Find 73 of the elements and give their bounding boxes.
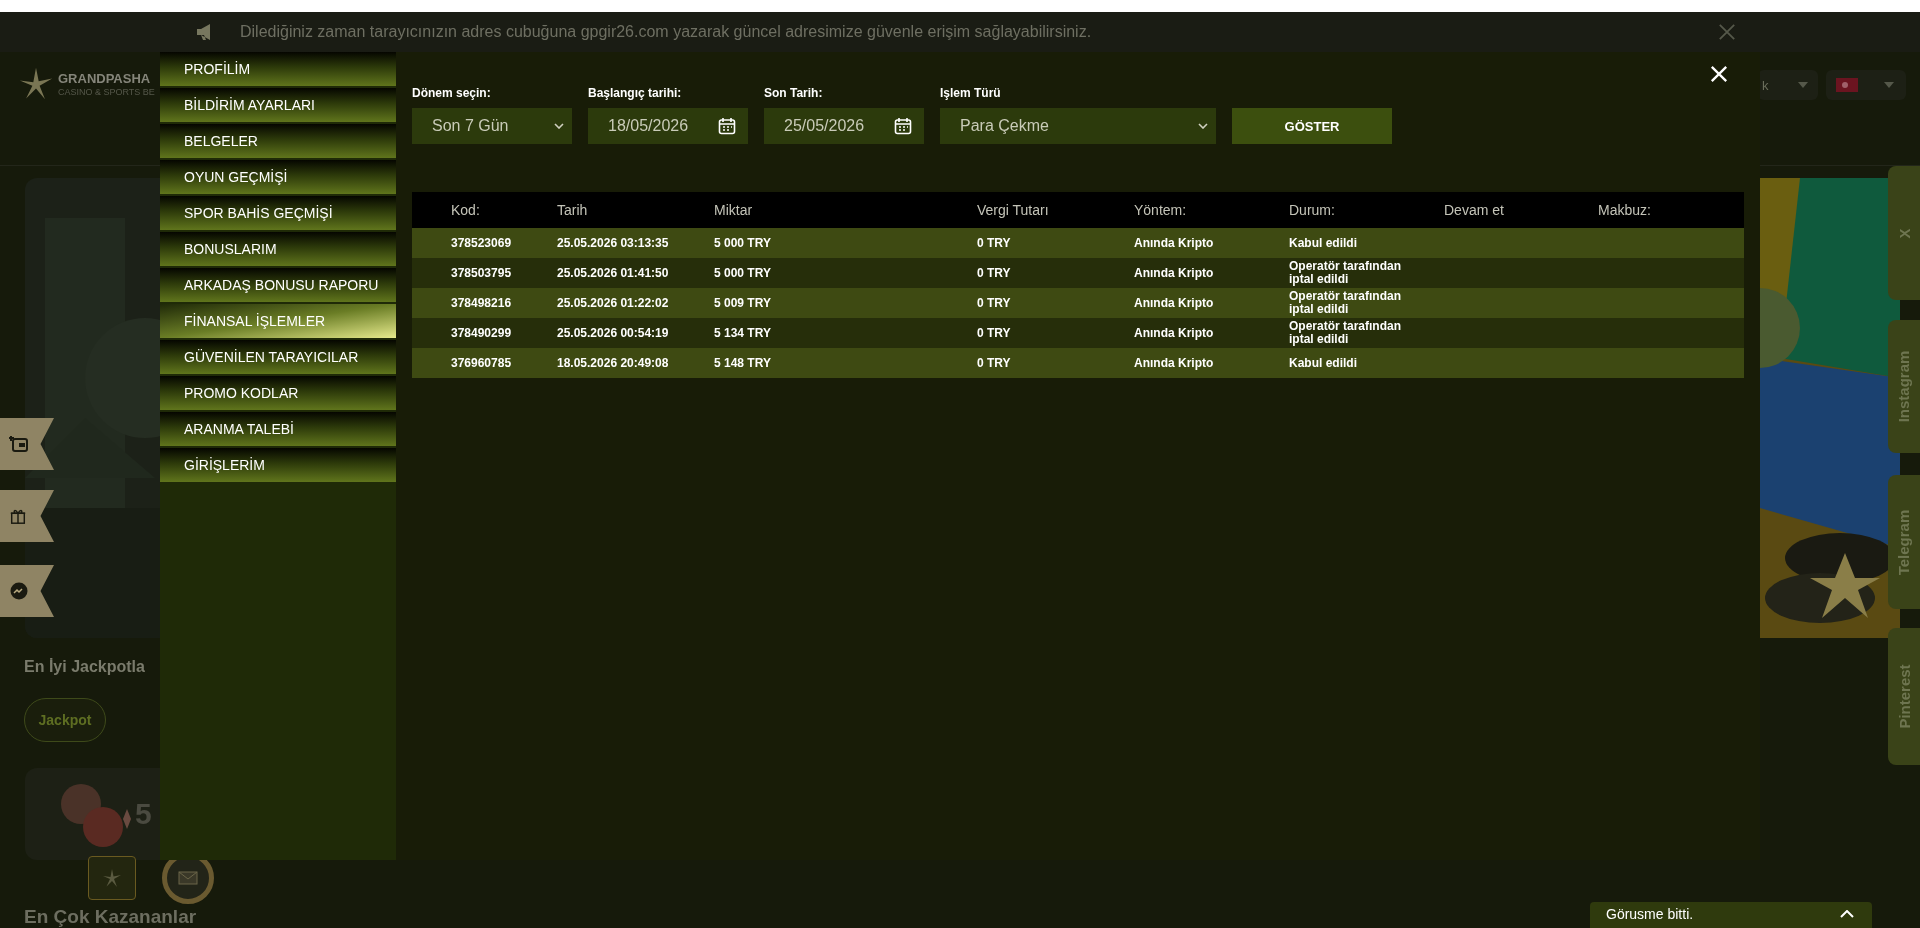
- column-header: Devam et: [1444, 202, 1505, 218]
- menu-item[interactable]: SPOR BAHİS GEÇMİŞİ: [160, 196, 396, 230]
- filter-label: Işlem Türü: [940, 86, 1002, 100]
- table-cell-text: 0 TRY: [977, 356, 1012, 370]
- table-cell-text: 5 148 TRY: [714, 356, 772, 370]
- table-cell-text: 25.05.2026 01:41:50: [557, 266, 670, 280]
- section-heading: En Çok Kazananlar: [24, 906, 197, 928]
- flag-icon: [1836, 78, 1858, 92]
- menu-item[interactable]: PROFİLİM: [160, 52, 396, 86]
- column-header: Yöntem:: [1134, 202, 1188, 218]
- table-cell-text: 5 000 TRY: [714, 266, 772, 280]
- menu-item[interactable]: FİNANSAL İŞLEMLER: [160, 304, 396, 338]
- table-cell-text: 25.05.2026 00:54:19: [557, 326, 670, 340]
- table-cell-text: 5 009 TRY: [714, 296, 772, 310]
- table-cell-text: Anında Kripto: [1134, 326, 1215, 340]
- date-field[interactable]: 25/05/2026: [764, 108, 924, 144]
- table-cell-text: 18.05.2026 20:49:08: [557, 356, 670, 370]
- announcement-text: Dilediğiniz zaman tarayıcınızın adres cubuğuna gpgir26.com yazarak güncel adresimize güvenle erişim sağlayabilirsiniz.: [240, 23, 1092, 41]
- column-header: Vergi Tutarı: [977, 202, 1050, 218]
- table-cell-text: Operatör tarafından iptal edildi: [1289, 290, 1403, 316]
- caret-icon: [1884, 82, 1894, 88]
- chevron-down-icon: [554, 123, 564, 129]
- section-heading: En İyi Jackpotla: [24, 658, 145, 676]
- table-cell-text: Kabul edildi: [1289, 356, 1358, 370]
- logo-title: GRANDPASHA: [58, 71, 152, 87]
- menu-item[interactable]: BİLDİRİM AYARLARI: [160, 88, 396, 122]
- table-cell-text: 5 134 TRY: [714, 326, 772, 340]
- chat-bar[interactable]: Görusme bitti.: [1590, 902, 1872, 928]
- menu-item[interactable]: ARKADAŞ BONUSU RAPORU: [160, 268, 396, 302]
- gift-icon: [9, 507, 27, 525]
- table-cell-text: Anında Kripto: [1134, 356, 1215, 370]
- table-cell-text: 0 TRY: [977, 236, 1012, 250]
- filter-label: Dönem seçin:: [412, 86, 492, 100]
- mail-icon: [178, 871, 198, 885]
- table-cell-text: Operatör tarafından iptal edildi: [1289, 320, 1403, 346]
- filter-label: Son Tarih:: [764, 86, 824, 100]
- caret-icon: [1798, 82, 1808, 88]
- table-cell-text: Anında Kripto: [1134, 296, 1215, 310]
- calendar-icon: [894, 117, 912, 135]
- table-cell-text: 0 TRY: [977, 266, 1012, 280]
- table-cell-text: Kabul edildi: [1289, 236, 1358, 250]
- table-cell-text: 5 000 TRY: [714, 236, 772, 250]
- column-header: Tarih: [557, 202, 589, 218]
- column-header: Makbuz:: [1598, 202, 1652, 218]
- wallet-icon: [9, 434, 29, 454]
- menu-item[interactable]: GİRİŞLERİM: [160, 448, 396, 482]
- date-field[interactable]: 18/05/2026: [588, 108, 748, 144]
- select-field[interactable]: Para Çekme: [940, 108, 1216, 144]
- table-cell-text: 25.05.2026 01:22:02: [557, 296, 670, 310]
- menu-item[interactable]: BONUSLARIM: [160, 232, 396, 266]
- chevron-up-icon: [1840, 910, 1854, 918]
- menu-item[interactable]: GÜVENİLEN TARAYICILAR: [160, 340, 396, 374]
- menu-item[interactable]: OYUN GEÇMİŞİ: [160, 160, 396, 194]
- show-button[interactable]: GÖSTER: [1232, 108, 1392, 144]
- table-cell-text: 25.05.2026 03:13:35: [557, 236, 670, 250]
- column-header: Kod:: [451, 202, 481, 218]
- filter-label: Başlangıç tarihi:: [588, 86, 683, 100]
- table-cell-text: 0 TRY: [977, 326, 1012, 340]
- menu-item[interactable]: PROMO KODLAR: [160, 376, 396, 410]
- table-cell-text: 0 TRY: [977, 296, 1012, 310]
- star-button[interactable]: [88, 856, 136, 900]
- messenger-icon: [9, 581, 29, 601]
- select-field[interactable]: Son 7 Gün: [412, 108, 572, 144]
- menu-item[interactable]: ARANMA TALEBİ: [160, 412, 396, 446]
- table-cell-text: Operatör tarafından iptal edildi: [1289, 260, 1403, 286]
- column-header: Miktar: [714, 202, 754, 218]
- column-header: Durum:: [1289, 202, 1336, 218]
- chevron-down-icon: [1198, 123, 1208, 129]
- menu-item[interactable]: BELGELER: [160, 124, 396, 158]
- table-cell-text: Anında Kripto: [1134, 236, 1215, 250]
- chat-status: Görusme bitti.: [1606, 906, 1694, 922]
- table-cell-text: Anında Kripto: [1134, 266, 1215, 280]
- calendar-icon: [718, 117, 736, 135]
